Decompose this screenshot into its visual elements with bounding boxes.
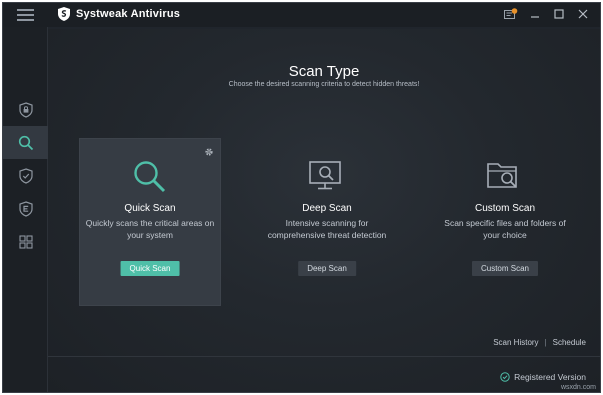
sidebar-item-protection[interactable] (3, 93, 48, 126)
deep-scan-card[interactable]: Deep Scan Intensive scanning for compreh… (257, 139, 397, 305)
sidebar (3, 27, 48, 392)
scan-history-link[interactable]: Scan History (493, 338, 538, 347)
footer-links: Scan History | Schedule (493, 338, 586, 347)
minimize-button[interactable] (528, 7, 542, 21)
app-window: Systweak Antivirus Scan Type Choose the … (2, 2, 601, 393)
title-bar: Systweak Antivirus (3, 3, 600, 27)
page-subtitle: Choose the desired scanning criteria to … (228, 81, 420, 88)
gear-icon[interactable] (204, 144, 214, 162)
deep-scan-description: Intensive scanning for comprehensive thr… (267, 218, 387, 240)
search-icon (18, 135, 33, 150)
sidebar-item-shield[interactable] (3, 159, 48, 192)
monitor-search-icon (308, 159, 346, 200)
registered-status: Registered Version (500, 372, 586, 382)
magnifier-icon (132, 159, 168, 200)
registered-label: Registered Version (514, 372, 586, 382)
lock-shield-icon (18, 101, 33, 118)
folder-search-icon (486, 159, 524, 200)
shield-check-icon (18, 167, 33, 184)
shield-logo-icon (58, 7, 70, 21)
notification-icon[interactable] (504, 7, 518, 21)
sidebar-item-tools[interactable] (3, 225, 48, 258)
check-circle-icon (500, 372, 510, 382)
close-button[interactable] (576, 7, 590, 21)
app-title: Systweak Antivirus (76, 8, 181, 20)
custom-scan-card[interactable]: Custom Scan Scan specific files and fold… (435, 139, 575, 305)
custom-scan-button[interactable]: Custom Scan (471, 261, 539, 276)
watermark: wsxdn.com (560, 384, 596, 391)
grid-icon (18, 234, 33, 249)
custom-scan-description: Scan specific files and folders of your … (444, 218, 566, 240)
footer-divider (48, 356, 600, 357)
quick-scan-card[interactable]: Quick Scan Quickly scans the critical ar… (80, 139, 220, 305)
page-title: Scan Type (288, 63, 360, 80)
e-shield-icon (18, 200, 33, 217)
deep-scan-button[interactable]: Deep Scan (298, 261, 356, 276)
sidebar-item-web-protection[interactable] (3, 192, 48, 225)
window-controls (504, 7, 590, 21)
menu-icon[interactable] (17, 9, 34, 21)
maximize-button[interactable] (552, 7, 566, 21)
quick-scan-title: Quick Scan (124, 203, 176, 214)
custom-scan-title: Custom Scan (474, 203, 536, 214)
sidebar-item-scan[interactable] (3, 126, 48, 159)
link-separator: | (544, 338, 547, 347)
schedule-link[interactable]: Schedule (553, 338, 586, 347)
deep-scan-title: Deep Scan (302, 203, 352, 214)
quick-scan-description: Quickly scans the critical areas on your… (85, 218, 215, 240)
brand: Systweak Antivirus (58, 7, 180, 21)
quick-scan-button[interactable]: Quick Scan (120, 261, 180, 276)
